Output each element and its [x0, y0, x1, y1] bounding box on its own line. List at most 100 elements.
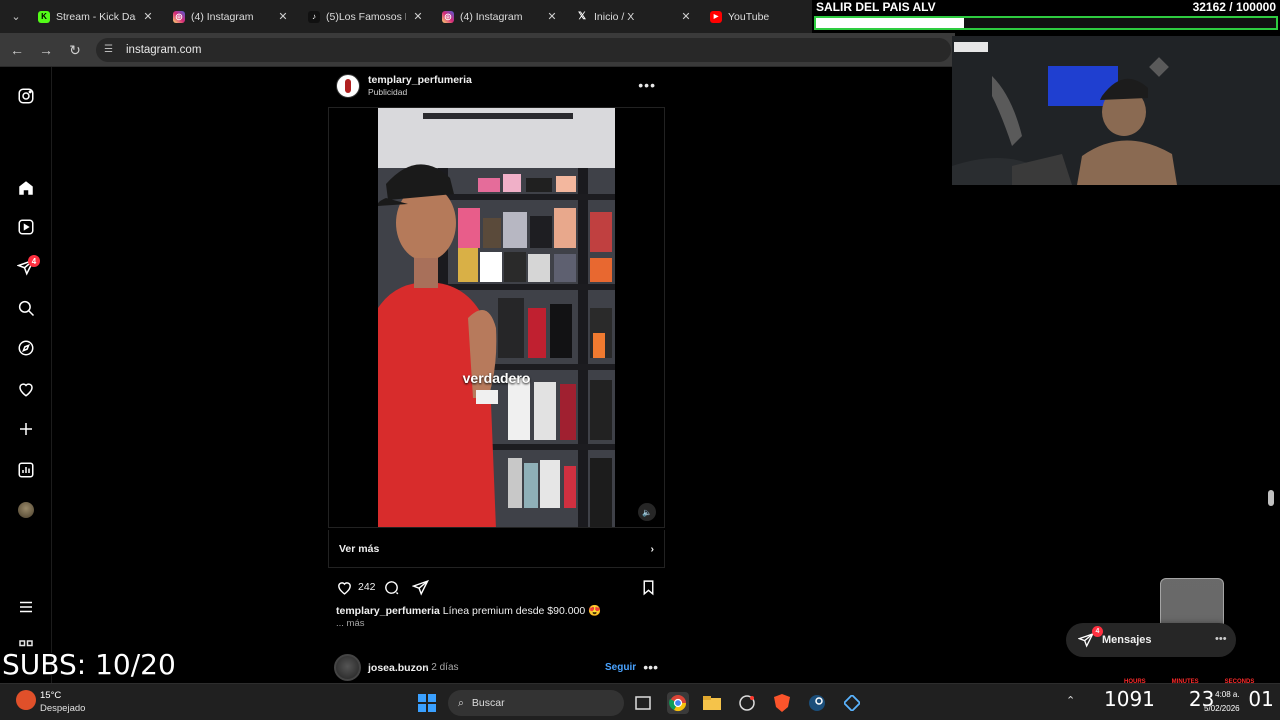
- post-media[interactable]: verdadero 🔈: [328, 107, 665, 528]
- weather-temperature[interactable]: 15°C: [40, 690, 61, 701]
- post-actions: 242: [334, 577, 658, 597]
- post-caption: templary_perfumeria Línea premium desde …: [336, 604, 601, 617]
- caption-username[interactable]: templary_perfumeria: [336, 605, 440, 617]
- tab-label: Stream - Kick Das: [56, 10, 136, 23]
- reel-video[interactable]: verdadero: [378, 108, 615, 527]
- address-bar[interactable]: ☰ instagram.com: [96, 38, 951, 62]
- instagram-favicon-icon: ◎: [173, 10, 185, 23]
- reload-icon[interactable]: ↻: [66, 41, 84, 59]
- site-settings-icon[interactable]: ☰: [104, 44, 118, 56]
- tab-x[interactable]: 𝕏 Inicio / X ✕: [568, 4, 700, 29]
- next-post-username[interactable]: josea.buzon: [368, 662, 429, 674]
- tab-youtube[interactable]: ▶ YouTube: [702, 4, 812, 29]
- instagram-logo-icon[interactable]: [16, 86, 36, 106]
- subs-counter: SUBS: 10/20: [2, 648, 176, 681]
- messages-button[interactable]: 4 Mensajes: [1066, 623, 1236, 657]
- tab-label: (4) Instagram: [191, 10, 254, 23]
- see-more-label: Ver más: [339, 542, 380, 555]
- tab-search-dropdown-icon[interactable]: ⌄: [6, 6, 26, 26]
- next-post-header: josea.buzon • 2 días Seguir •••: [334, 654, 664, 682]
- goal-progress-bar: [814, 16, 1278, 30]
- messages-options-icon[interactable]: •••: [1215, 633, 1227, 645]
- tab-close-icon[interactable]: ✕: [277, 10, 289, 23]
- tab-label: (5)Los Famosos M: [326, 10, 406, 23]
- follow-button[interactable]: Seguir: [605, 662, 636, 673]
- tray-overflow-chevron-icon[interactable]: ⌃: [1066, 695, 1075, 707]
- menu-hamburger-icon[interactable]: [16, 597, 36, 617]
- home-icon[interactable]: [16, 178, 36, 198]
- post-author-username[interactable]: templary_perfumeria: [368, 74, 472, 86]
- search-icon: ⌕: [458, 696, 464, 709]
- tab-instagram-1[interactable]: ◎ (4) Instagram ✕: [165, 4, 297, 29]
- brave-icon[interactable]: [771, 692, 793, 714]
- instagram-favicon-icon: ◎: [442, 10, 454, 23]
- goal-progress-fill: [816, 18, 964, 28]
- comment-icon[interactable]: [381, 577, 401, 597]
- tab-label: YouTube: [728, 10, 770, 23]
- taskbar-search-placeholder: Buscar: [471, 697, 505, 709]
- back-arrow-icon[interactable]: ←: [8, 41, 26, 59]
- youtube-favicon-icon: ▶: [710, 10, 722, 23]
- like-heart-icon[interactable]: [334, 577, 354, 597]
- tab-close-icon[interactable]: ✕: [546, 10, 558, 23]
- goal-title: SALIR DEL PAIS ALV: [816, 0, 936, 14]
- notification-badge: 4: [28, 255, 40, 267]
- tab-tiktok[interactable]: ♪ (5)Los Famosos M ✕: [300, 4, 432, 29]
- next-post-time: • 2 días: [425, 662, 459, 673]
- dashboard-icon[interactable]: [16, 460, 36, 480]
- system-tray: ⌃: [1066, 694, 1075, 707]
- tab-kick[interactable]: K Stream - Kick Das ✕: [30, 4, 162, 29]
- post-header: templary_perfumeria Publicidad •••: [336, 73, 666, 99]
- share-icon[interactable]: [410, 577, 430, 597]
- forward-arrow-icon[interactable]: →: [37, 41, 55, 59]
- timer-minutes: 23: [1188, 687, 1215, 711]
- caption-more-link[interactable]: ... más: [336, 618, 365, 629]
- create-plus-icon[interactable]: [16, 419, 36, 439]
- weather-icon[interactable]: [16, 690, 36, 710]
- tab-close-icon[interactable]: ✕: [680, 10, 692, 23]
- steam-icon[interactable]: [806, 692, 828, 714]
- heart-notifications-icon[interactable]: [16, 379, 36, 399]
- timer-seconds: 01: [1248, 687, 1274, 711]
- tab-close-icon[interactable]: ✕: [412, 10, 424, 23]
- messages-badge: 4: [1092, 626, 1103, 637]
- explore-compass-icon[interactable]: [16, 338, 36, 358]
- tab-label: (4) Instagram: [460, 10, 523, 23]
- tab-close-icon[interactable]: ✕: [142, 10, 154, 23]
- webcam-feed: [952, 36, 1280, 185]
- next-post-options-icon[interactable]: •••: [643, 659, 658, 675]
- page-scrollbar-thumb[interactable]: [1268, 490, 1274, 506]
- stream-timer: 1091 23 01: [1104, 687, 1274, 711]
- tiktok-favicon-icon: ♪: [308, 10, 320, 23]
- browser-toolbar: ← → ↻ ☰ instagram.com: [0, 33, 955, 67]
- url-text: instagram.com: [126, 44, 202, 56]
- windows-taskbar: 15°C Despejado ⌕ Buscar ⌃ 4:08 a. 5/02/2…: [0, 683, 1280, 720]
- sponsored-label: Publicidad: [368, 87, 408, 97]
- see-more-link[interactable]: Ver más ›: [328, 530, 665, 568]
- timer-hours: 1091: [1104, 687, 1155, 711]
- instagram-sidebar: 4: [0, 67, 52, 683]
- profile-avatar[interactable]: [18, 502, 34, 518]
- chrome-icon[interactable]: [667, 692, 689, 714]
- video-caption-overlay: verdadero: [462, 370, 531, 386]
- save-bookmark-icon[interactable]: [638, 577, 658, 597]
- taskbar-search[interactable]: ⌕ Buscar: [448, 690, 624, 716]
- post-options-icon[interactable]: •••: [638, 77, 656, 93]
- tab-instagram-2[interactable]: ◎ (4) Instagram ✕: [434, 4, 566, 29]
- weather-description[interactable]: Despejado: [40, 703, 85, 714]
- post-author-avatar[interactable]: [336, 74, 360, 98]
- tab-label: Inicio / X: [594, 10, 635, 23]
- chevron-right-icon: ›: [650, 542, 655, 555]
- file-explorer-icon[interactable]: [701, 692, 723, 714]
- caption-text: Línea premium desde $90.000 😍: [439, 605, 602, 617]
- task-view-icon[interactable]: [632, 692, 654, 714]
- reels-icon[interactable]: [16, 217, 36, 237]
- windows-start-icon[interactable]: [416, 692, 438, 714]
- app-icon[interactable]: [736, 692, 758, 714]
- audio-mute-icon[interactable]: 🔈: [638, 503, 656, 521]
- like-count[interactable]: 242: [358, 581, 376, 593]
- app-diamond-icon[interactable]: [841, 692, 863, 714]
- goal-count: 32162 / 100000: [1192, 0, 1276, 14]
- search-icon[interactable]: [16, 298, 36, 318]
- next-post-avatar[interactable]: [334, 654, 361, 681]
